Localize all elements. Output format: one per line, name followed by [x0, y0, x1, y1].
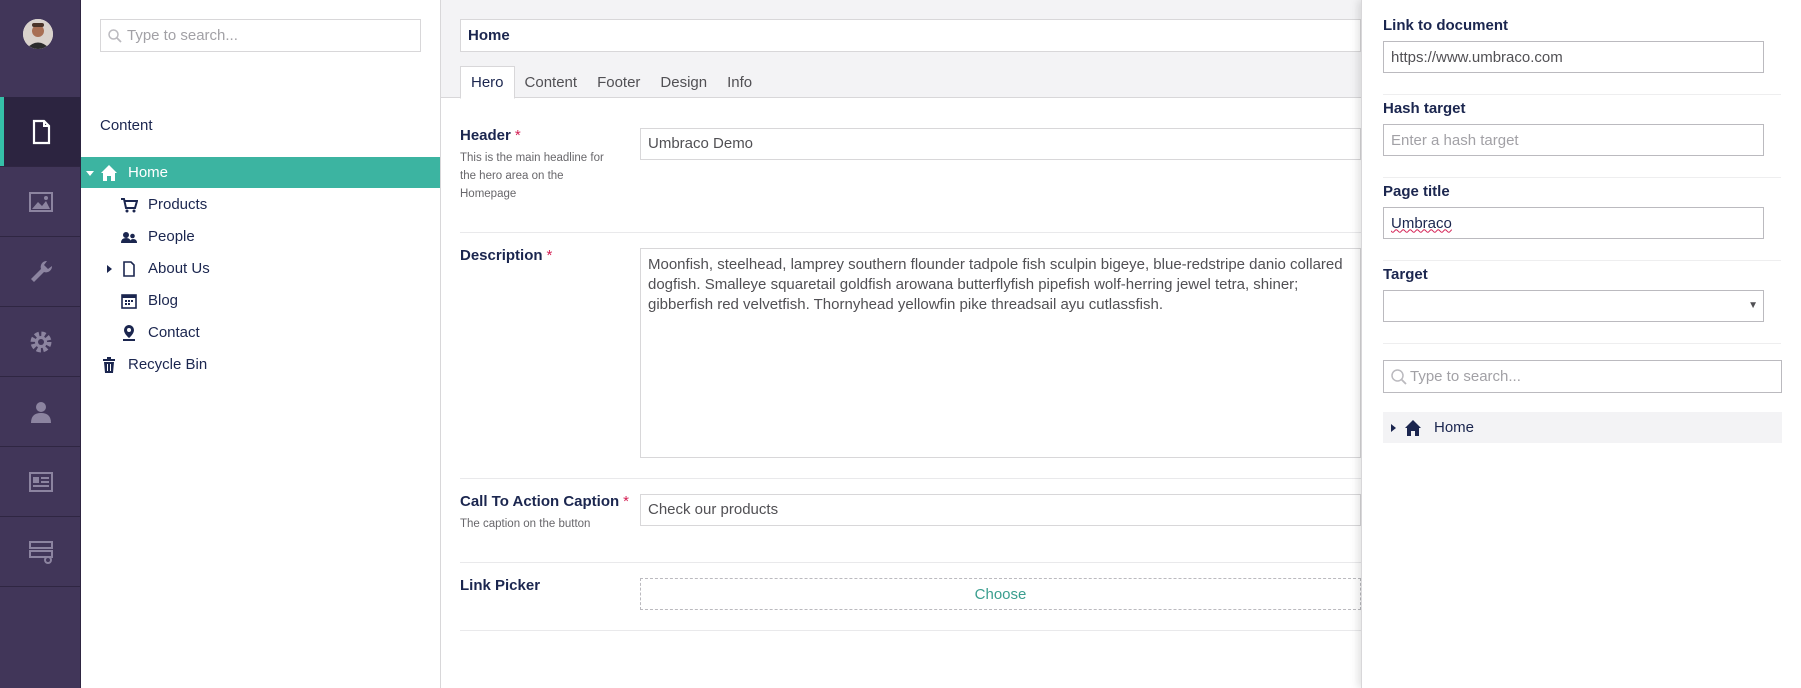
tree-item-home[interactable]: Home [81, 157, 440, 188]
caret-right-icon[interactable] [1390, 423, 1397, 432]
required-marker: * [514, 127, 521, 144]
tree-heading: Content [100, 117, 153, 134]
property-link-picker: Link Picker Choose [460, 577, 1361, 631]
description-textarea[interactable]: Moonfish, steelhead, lamprey southern fl… [640, 248, 1361, 458]
editor-tabs: Hero Content Footer Design Info [460, 66, 762, 99]
calendar-icon [119, 291, 139, 311]
property-label: Description * [460, 247, 553, 264]
tree-item-label: Recycle Bin [128, 356, 208, 373]
link-to-document-label: Link to document [1383, 17, 1508, 34]
cta-input[interactable]: Check our products [640, 494, 1361, 526]
divider [1383, 177, 1781, 178]
users-icon [119, 227, 139, 247]
wrench-icon [30, 260, 52, 282]
property-label: Call To Action Caption * [460, 493, 629, 510]
overlay-search-placeholder: Type to search... [1410, 368, 1521, 385]
property-description: This is the main headline for the hero a… [460, 152, 604, 200]
section-content[interactable] [0, 97, 81, 167]
caret-down-icon[interactable] [85, 168, 95, 178]
section-media[interactable] [0, 167, 81, 237]
trash-icon [99, 355, 119, 375]
property-description-field: Description * Moonfish, steelhead, lampre… [460, 247, 1361, 479]
section-settings[interactable] [0, 237, 81, 307]
tree-item-label: Blog [148, 292, 179, 309]
hash-target-label: Hash target [1383, 100, 1466, 117]
overlay-tree-label: Home [1434, 419, 1475, 436]
document-icon [119, 259, 139, 279]
tab-footer[interactable]: Footer [587, 66, 650, 98]
tree-search-input[interactable]: Type to search... [100, 19, 421, 52]
choose-link-button[interactable]: Choose [640, 578, 1361, 610]
tree-item-label: People [148, 228, 195, 245]
page-title-group: Page title Umbraco [1383, 183, 1781, 239]
page-title-value: Umbraco [1391, 214, 1452, 232]
target-group: Target ▼ [1383, 266, 1781, 322]
tree-item-people[interactable]: People [81, 221, 440, 252]
section-users[interactable] [0, 377, 81, 447]
required-marker: * [546, 247, 553, 264]
tab-design[interactable]: Design [650, 66, 717, 98]
tree-item-label: Contact [148, 324, 200, 341]
id-card-icon [28, 471, 53, 492]
user-avatar[interactable] [23, 19, 53, 49]
section-developer[interactable] [0, 307, 81, 377]
forms-icon [28, 540, 53, 564]
hash-target-group: Hash target Enter a hash target [1383, 100, 1781, 156]
caret-right-icon[interactable] [104, 264, 114, 274]
user-icon [30, 401, 51, 423]
dropdown-arrow-icon: ▼ [1748, 300, 1758, 311]
home-icon [1404, 419, 1422, 437]
hash-target-input[interactable]: Enter a hash target [1383, 124, 1764, 156]
overlay-search-input[interactable]: Type to search... [1383, 360, 1782, 393]
map-pin-icon [119, 323, 139, 343]
tree-item-blog[interactable]: Blog [81, 285, 440, 316]
property-label: Header * [460, 127, 521, 144]
document-icon [32, 119, 50, 144]
target-select[interactable]: ▼ [1383, 290, 1764, 322]
tree-item-label: About Us [148, 260, 210, 277]
tab-info[interactable]: Info [717, 66, 762, 98]
editor-header: Home Hero Content Footer Design Info [441, 0, 1361, 99]
home-icon [99, 163, 119, 183]
section-forms[interactable] [0, 517, 81, 587]
property-description: The caption on the button [460, 518, 591, 530]
image-icon [28, 191, 53, 212]
tree-item-recycle-bin[interactable]: Recycle Bin [81, 349, 440, 380]
divider [1383, 260, 1781, 261]
content-tree-panel: Type to search... Content Home Products … [81, 0, 441, 688]
page-title-label: Page title [1383, 183, 1450, 200]
tree-item-contact[interactable]: Contact [81, 317, 440, 348]
section-members[interactable] [0, 447, 81, 517]
search-icon [108, 28, 122, 43]
page-title-input[interactable]: Umbraco [1383, 207, 1764, 239]
link-to-document-group: Link to document https://www.umbraco.com [1383, 17, 1781, 73]
tree-item-label: Home [128, 164, 169, 181]
overlay-tree-item-home[interactable]: Home [1383, 412, 1782, 443]
content-editor: Home Hero Content Footer Design Info Hea… [441, 0, 1361, 688]
property-header: Header * This is the main headline for th… [460, 127, 1361, 233]
header-input[interactable]: Umbraco Demo [640, 128, 1361, 160]
property-label: Link Picker [460, 577, 541, 594]
node-name-input[interactable]: Home [460, 19, 1361, 52]
required-marker: * [623, 493, 629, 510]
search-icon [1391, 368, 1407, 385]
tree-item-about-us[interactable]: About Us [81, 253, 440, 284]
tree-item-label: Products [148, 196, 208, 213]
tab-content[interactable]: Content [515, 66, 588, 98]
property-cta: Call To Action Caption * The caption on t… [460, 493, 1361, 563]
tab-hero[interactable]: Hero [460, 66, 515, 99]
sections-bar [0, 0, 81, 688]
divider [1383, 94, 1781, 95]
cart-icon [119, 195, 139, 215]
target-label: Target [1383, 266, 1428, 283]
link-picker-overlay: Link to document https://www.umbraco.com… [1361, 0, 1801, 688]
divider [1383, 343, 1781, 344]
gear-icon [30, 331, 51, 352]
link-to-document-input[interactable]: https://www.umbraco.com [1383, 41, 1764, 73]
tree-search-placeholder: Type to search... [127, 27, 238, 44]
tree-item-products[interactable]: Products [81, 189, 440, 220]
